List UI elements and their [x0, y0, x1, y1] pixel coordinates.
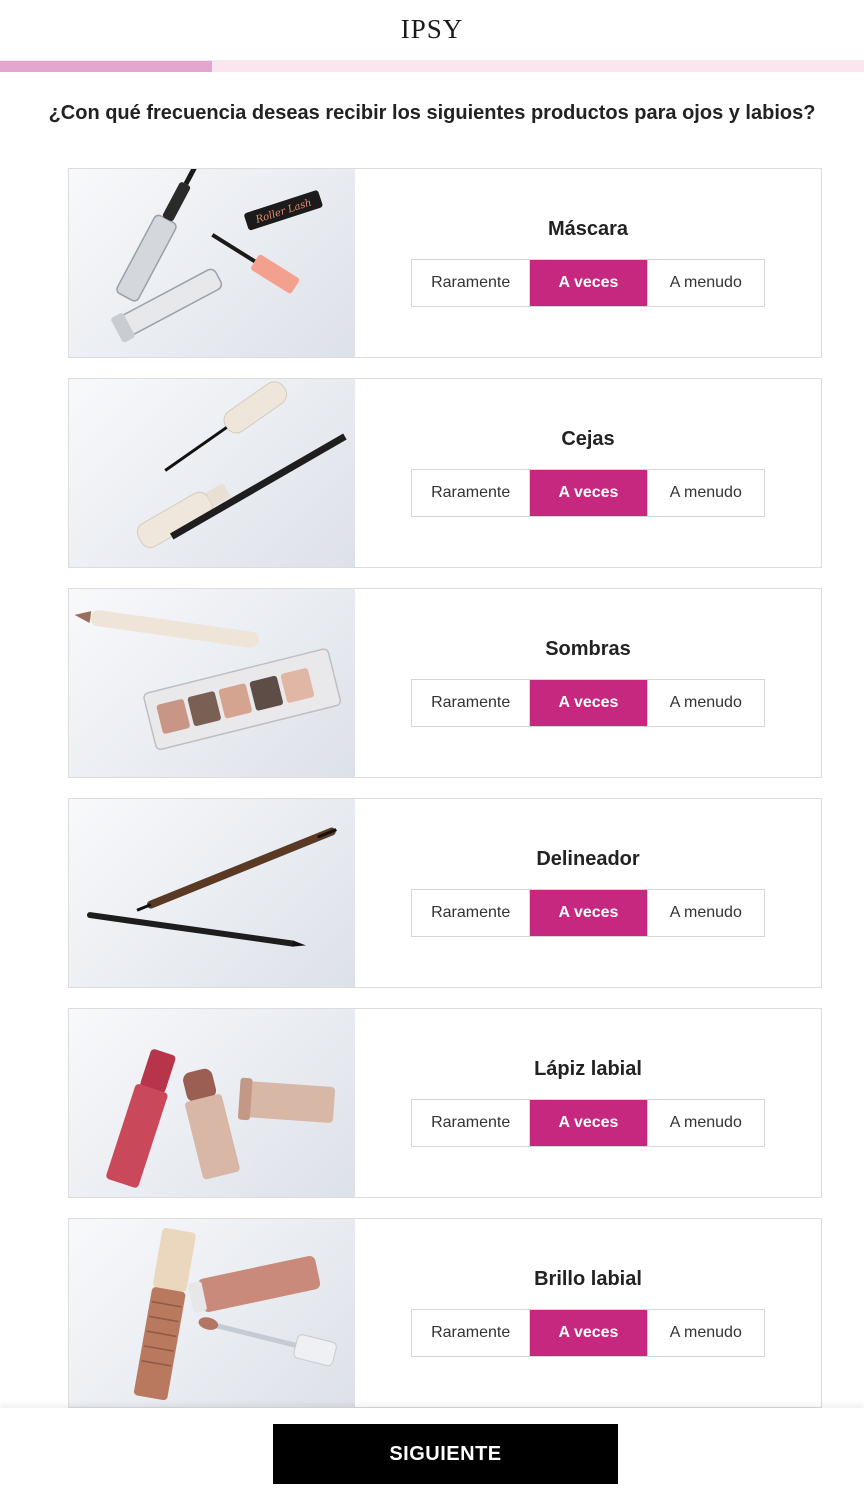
lipgloss-image — [69, 1219, 355, 1407]
option-a-veces[interactable]: A veces — [529, 260, 647, 306]
card-delineador: Delineador Raramente A veces A menudo — [68, 798, 822, 988]
ipsy-logo[interactable]: IPSY — [0, 14, 864, 45]
header: IPSY — [0, 0, 864, 61]
option-a-menudo[interactable]: A menudo — [646, 680, 764, 726]
brow-image — [69, 379, 355, 567]
frequency-options: Raramente A veces A menudo — [411, 259, 765, 307]
option-a-menudo[interactable]: A menudo — [646, 260, 764, 306]
progress-bar — [0, 61, 864, 72]
option-raramente[interactable]: Raramente — [412, 470, 529, 516]
next-button[interactable]: SIGUIENTE — [273, 1424, 618, 1484]
card-cejas: Cejas Raramente A veces A menudo — [68, 378, 822, 568]
option-a-menudo[interactable]: A menudo — [646, 470, 764, 516]
progress-fill — [0, 61, 212, 72]
option-raramente[interactable]: Raramente — [412, 260, 529, 306]
card-brillo-labial: Brillo labial Raramente A veces A menudo — [68, 1218, 822, 1408]
footer: SIGUIENTE — [0, 1408, 864, 1494]
frequency-options: Raramente A veces A menudo — [411, 1309, 765, 1357]
option-a-veces[interactable]: A veces — [529, 1310, 647, 1356]
frequency-options: Raramente A veces A menudo — [411, 889, 765, 937]
eyeliner-image — [69, 799, 355, 987]
card-mascara: Roller Lash Máscara Raramente A veces A … — [68, 168, 822, 358]
option-a-veces[interactable]: A veces — [529, 890, 647, 936]
option-raramente[interactable]: Raramente — [412, 1310, 529, 1356]
frequency-options: Raramente A veces A menudo — [411, 679, 765, 727]
option-a-menudo[interactable]: A menudo — [646, 890, 764, 936]
card-title: Máscara — [547, 218, 629, 240]
card-title: Lápiz labial — [534, 1058, 642, 1080]
option-a-veces[interactable]: A veces — [529, 680, 647, 726]
card-title: Brillo labial — [534, 1268, 642, 1290]
frequency-options: Raramente A veces A menudo — [411, 1099, 765, 1147]
option-raramente[interactable]: Raramente — [412, 1100, 529, 1146]
option-a-veces[interactable]: A veces — [529, 470, 647, 516]
lipstick-image — [69, 1009, 355, 1197]
eyeshadow-image — [69, 589, 355, 777]
question-heading: ¿Con qué frecuencia deseas recibir los s… — [48, 102, 816, 124]
card-title: Cejas — [561, 428, 615, 450]
card-title: Sombras — [545, 638, 631, 660]
card-title: Delineador — [536, 848, 640, 870]
option-a-menudo[interactable]: A menudo — [646, 1310, 764, 1356]
option-raramente[interactable]: Raramente — [412, 680, 529, 726]
mascara-image: Roller Lash — [69, 169, 355, 357]
option-raramente[interactable]: Raramente — [412, 890, 529, 936]
option-a-menudo[interactable]: A menudo — [646, 1100, 764, 1146]
card-sombras: Sombras Raramente A veces A menudo — [68, 588, 822, 778]
frequency-options: Raramente A veces A menudo — [411, 469, 765, 517]
card-lapiz-labial: Lápiz labial Raramente A veces A menudo — [68, 1008, 822, 1198]
option-a-veces[interactable]: A veces — [529, 1100, 647, 1146]
